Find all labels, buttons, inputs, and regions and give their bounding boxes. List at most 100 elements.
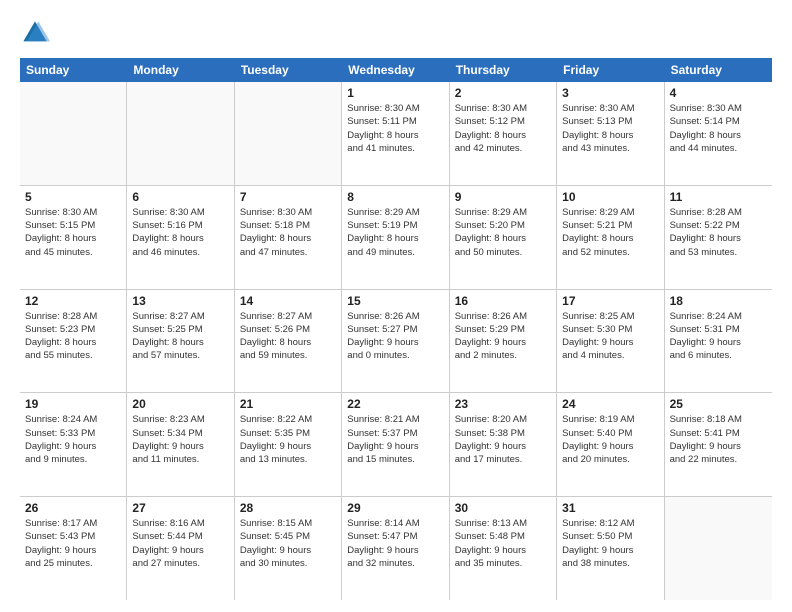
day-cell-17: 17 Sunrise: 8:25 AMSunset: 5:30 PMDayligh… (557, 290, 664, 393)
day-cell-15: 15 Sunrise: 8:26 AMSunset: 5:27 PMDayligh… (342, 290, 449, 393)
empty-cell (235, 82, 342, 185)
day-number: 18 (670, 294, 767, 308)
empty-cell (665, 497, 772, 600)
day-cell-28: 28Sunrise: 8:15 AMSunset: 5:45 PMDayligh… (235, 497, 342, 600)
header-day-saturday: Saturday (665, 58, 772, 82)
day-cell-26: 26 Sunrise: 8:17 AMSunset: 5:43 PMDayligh… (20, 497, 127, 600)
logo-icon (20, 18, 50, 48)
day-number: 8 (347, 190, 443, 204)
calendar-row-5: 26 Sunrise: 8:17 AMSunset: 5:43 PMDayligh… (20, 497, 772, 600)
day-cell-29: 29Sunrise: 8:14 AMSunset: 5:47 PMDayligh… (342, 497, 449, 600)
day-info: Sunrise: 8:28 AMSunset: 5:22 PMDaylight:… (670, 206, 767, 259)
day-info: Sunrise: 8:15 AMSunset: 5:45 PMDaylight:… (240, 517, 336, 570)
day-info: Sunrise: 8:23 AMSunset: 5:34 PMDaylight:… (132, 413, 228, 466)
logo (20, 18, 54, 48)
day-info: Sunrise: 8:30 AMSunset: 5:16 PMDaylight:… (132, 206, 228, 259)
day-number: 7 (240, 190, 336, 204)
day-number: 23 (455, 397, 551, 411)
day-cell-9: 9 Sunrise: 8:29 AMSunset: 5:20 PMDaylight… (450, 186, 557, 289)
day-info: Sunrise: 8:30 AMSunset: 5:18 PMDaylight:… (240, 206, 336, 259)
day-number: 13 (132, 294, 228, 308)
day-info: Sunrise: 8:30 AMSunset: 5:13 PMDaylight:… (562, 102, 658, 155)
header-day-wednesday: Wednesday (342, 58, 449, 82)
day-number: 30 (455, 501, 551, 515)
header-day-tuesday: Tuesday (235, 58, 342, 82)
day-info: Sunrise: 8:30 AMSunset: 5:11 PMDaylight:… (347, 102, 443, 155)
day-number: 26 (25, 501, 121, 515)
day-number: 4 (670, 86, 767, 100)
day-number: 31 (562, 501, 658, 515)
day-info: Sunrise: 8:22 AMSunset: 5:35 PMDaylight:… (240, 413, 336, 466)
day-info: Sunrise: 8:30 AMSunset: 5:15 PMDaylight:… (25, 206, 121, 259)
day-info: Sunrise: 8:17 AMSunset: 5:43 PMDaylight:… (25, 517, 121, 570)
day-cell-24: 24Sunrise: 8:19 AMSunset: 5:40 PMDayligh… (557, 393, 664, 496)
day-number: 5 (25, 190, 121, 204)
day-cell-27: 27 Sunrise: 8:16 AMSunset: 5:44 PMDayligh… (127, 497, 234, 600)
day-info: Sunrise: 8:30 AMSunset: 5:12 PMDaylight:… (455, 102, 551, 155)
day-number: 6 (132, 190, 228, 204)
day-number: 27 (132, 501, 228, 515)
day-cell-31: 31Sunrise: 8:12 AMSunset: 5:50 PMDayligh… (557, 497, 664, 600)
day-info: Sunrise: 8:28 AMSunset: 5:23 PMDaylight:… (25, 310, 121, 363)
calendar-row-2: 5 Sunrise: 8:30 AMSunset: 5:15 PMDaylight… (20, 186, 772, 290)
day-number: 11 (670, 190, 767, 204)
day-cell-30: 30 Sunrise: 8:13 AMSunset: 5:48 PMDayligh… (450, 497, 557, 600)
day-cell-11: 11 Sunrise: 8:28 AMSunset: 5:22 PMDayligh… (665, 186, 772, 289)
day-cell-13: 13 Sunrise: 8:27 AMSunset: 5:25 PMDayligh… (127, 290, 234, 393)
day-info: Sunrise: 8:16 AMSunset: 5:44 PMDaylight:… (132, 517, 228, 570)
day-info: Sunrise: 8:24 AMSunset: 5:33 PMDaylight:… (25, 413, 121, 466)
day-info: Sunrise: 8:29 AMSunset: 5:19 PMDaylight:… (347, 206, 443, 259)
day-number: 1 (347, 86, 443, 100)
calendar-row-4: 19 Sunrise: 8:24 AMSunset: 5:33 PMDayligh… (20, 393, 772, 497)
day-number: 3 (562, 86, 658, 100)
day-info: Sunrise: 8:13 AMSunset: 5:48 PMDaylight:… (455, 517, 551, 570)
day-cell-7: 7 Sunrise: 8:30 AMSunset: 5:18 PMDaylight… (235, 186, 342, 289)
header-day-sunday: Sunday (20, 58, 127, 82)
day-cell-22: 22 Sunrise: 8:21 AMSunset: 5:37 PMDayligh… (342, 393, 449, 496)
day-cell-14: 14 Sunrise: 8:27 AMSunset: 5:26 PMDayligh… (235, 290, 342, 393)
day-info: Sunrise: 8:29 AMSunset: 5:21 PMDaylight:… (562, 206, 658, 259)
day-cell-1: 1 Sunrise: 8:30 AMSunset: 5:11 PMDaylight… (342, 82, 449, 185)
day-info: Sunrise: 8:27 AMSunset: 5:25 PMDaylight:… (132, 310, 228, 363)
calendar-header: SundayMondayTuesdayWednesdayThursdayFrid… (20, 58, 772, 82)
day-number: 17 (562, 294, 658, 308)
day-number: 20 (132, 397, 228, 411)
day-info: Sunrise: 8:14 AMSunset: 5:47 PMDaylight:… (347, 517, 443, 570)
header-day-monday: Monday (127, 58, 234, 82)
day-info: Sunrise: 8:25 AMSunset: 5:30 PMDaylight:… (562, 310, 658, 363)
day-cell-5: 5 Sunrise: 8:30 AMSunset: 5:15 PMDaylight… (20, 186, 127, 289)
calendar-row-3: 12Sunrise: 8:28 AMSunset: 5:23 PMDayligh… (20, 290, 772, 394)
day-info: Sunrise: 8:26 AMSunset: 5:27 PMDaylight:… (347, 310, 443, 363)
day-cell-3: 3 Sunrise: 8:30 AMSunset: 5:13 PMDaylight… (557, 82, 664, 185)
day-number: 2 (455, 86, 551, 100)
day-info: Sunrise: 8:29 AMSunset: 5:20 PMDaylight:… (455, 206, 551, 259)
day-number: 10 (562, 190, 658, 204)
day-info: Sunrise: 8:21 AMSunset: 5:37 PMDaylight:… (347, 413, 443, 466)
calendar-row-1: 1 Sunrise: 8:30 AMSunset: 5:11 PMDaylight… (20, 82, 772, 186)
empty-cell (127, 82, 234, 185)
day-info: Sunrise: 8:20 AMSunset: 5:38 PMDaylight:… (455, 413, 551, 466)
day-cell-4: 4Sunrise: 8:30 AMSunset: 5:14 PMDaylight… (665, 82, 772, 185)
header-day-friday: Friday (557, 58, 664, 82)
day-number: 15 (347, 294, 443, 308)
header (20, 18, 772, 48)
day-number: 19 (25, 397, 121, 411)
day-cell-18: 18 Sunrise: 8:24 AMSunset: 5:31 PMDayligh… (665, 290, 772, 393)
day-info: Sunrise: 8:19 AMSunset: 5:40 PMDaylight:… (562, 413, 658, 466)
day-cell-19: 19 Sunrise: 8:24 AMSunset: 5:33 PMDayligh… (20, 393, 127, 496)
day-cell-21: 21Sunrise: 8:22 AMSunset: 5:35 PMDayligh… (235, 393, 342, 496)
day-info: Sunrise: 8:26 AMSunset: 5:29 PMDaylight:… (455, 310, 551, 363)
calendar-body: 1 Sunrise: 8:30 AMSunset: 5:11 PMDaylight… (20, 82, 772, 600)
day-cell-2: 2 Sunrise: 8:30 AMSunset: 5:12 PMDaylight… (450, 82, 557, 185)
day-number: 14 (240, 294, 336, 308)
day-info: Sunrise: 8:24 AMSunset: 5:31 PMDaylight:… (670, 310, 767, 363)
day-cell-10: 10 Sunrise: 8:29 AMSunset: 5:21 PMDayligh… (557, 186, 664, 289)
empty-cell (20, 82, 127, 185)
day-number: 9 (455, 190, 551, 204)
day-number: 25 (670, 397, 767, 411)
page: SundayMondayTuesdayWednesdayThursdayFrid… (0, 0, 792, 612)
day-cell-20: 20 Sunrise: 8:23 AMSunset: 5:34 PMDayligh… (127, 393, 234, 496)
day-number: 22 (347, 397, 443, 411)
day-cell-6: 6 Sunrise: 8:30 AMSunset: 5:16 PMDaylight… (127, 186, 234, 289)
day-info: Sunrise: 8:27 AMSunset: 5:26 PMDaylight:… (240, 310, 336, 363)
